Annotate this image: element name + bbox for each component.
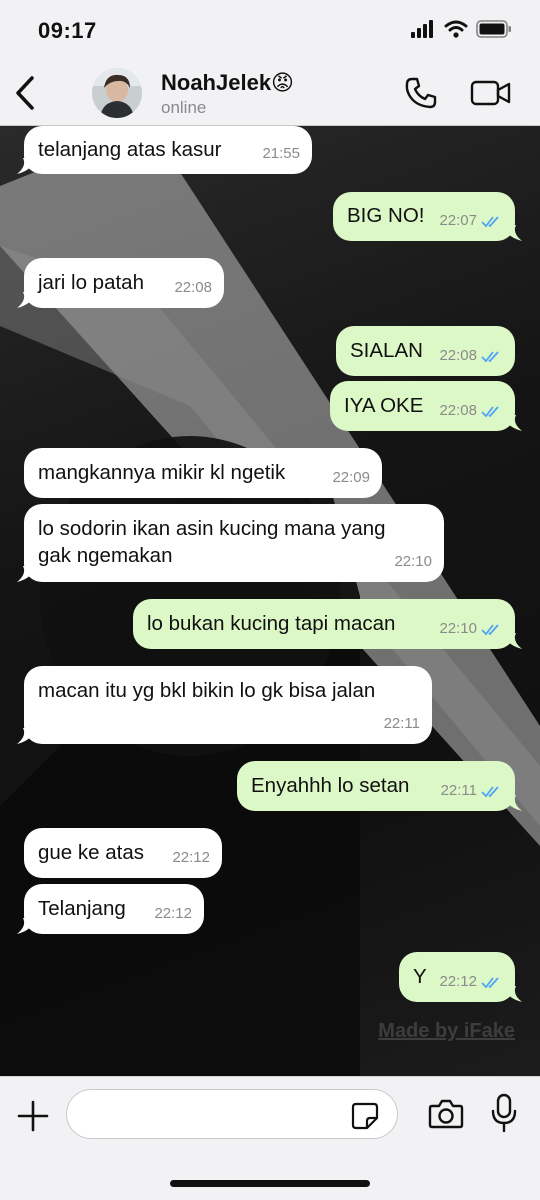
phone-icon[interactable] bbox=[404, 76, 438, 110]
battery-icon bbox=[476, 20, 511, 38]
message-timestamp: 22:12 bbox=[172, 844, 210, 872]
bubble-tail bbox=[504, 415, 522, 431]
message-timestamp: 22:12 bbox=[439, 968, 503, 996]
read-ticks-icon bbox=[481, 406, 499, 418]
timestamp-text: 21:55 bbox=[262, 145, 300, 162]
message-bubble-incoming[interactable]: lo sodorin ikan asin kucing mana yang ga… bbox=[17, 504, 444, 582]
timestamp-text: 22:08 bbox=[439, 402, 477, 419]
message-bubble-incoming[interactable]: macan itu yg bkl bikin lo gk bisa jalan … bbox=[17, 666, 432, 744]
message-timestamp: 22:12 bbox=[154, 900, 192, 928]
timestamp-text: 22:07 bbox=[439, 212, 477, 229]
message-bubble-incoming[interactable]: gue ke atas 22:12 bbox=[24, 828, 222, 878]
message-text: gue ke atas bbox=[38, 841, 144, 864]
read-ticks-icon bbox=[481, 786, 499, 798]
message-timestamp: 22:11 bbox=[384, 710, 420, 738]
message-timestamp: 21:55 bbox=[262, 140, 300, 168]
chat-header: 09:17 NoahJelek😡 online bbox=[0, 0, 540, 126]
timestamp-text: 22:10 bbox=[394, 553, 432, 570]
timestamp-text: 22:09 bbox=[332, 469, 370, 486]
read-ticks-icon bbox=[481, 624, 499, 636]
message-timestamp: 22:10 bbox=[439, 615, 503, 643]
message-text: IYA OKE bbox=[344, 394, 424, 417]
message-bubble-outgoing[interactable]: SIALAN 22:08 bbox=[336, 326, 515, 376]
bubble-tail bbox=[17, 292, 35, 308]
bubble-tail bbox=[17, 728, 35, 744]
contact-name[interactable]: NoahJelek😡 bbox=[161, 70, 294, 96]
watermark-text: Made by iFake bbox=[378, 1020, 515, 1042]
bubble-tail bbox=[504, 633, 522, 649]
message-bubble-outgoing[interactable]: lo bukan kucing tapi macan 22:10 bbox=[133, 599, 522, 649]
message-text: Y bbox=[413, 965, 427, 988]
contact-status: online bbox=[161, 98, 207, 117]
message-bubble-outgoing[interactable]: Enyahhh lo setan 22:11 bbox=[237, 761, 522, 811]
message-bubble-incoming[interactable]: telanjang atas kasur 21:55 bbox=[17, 126, 312, 174]
message-text-line: lo sodorin ikan asin kucing mana yang bbox=[38, 517, 386, 540]
message-bubble-incoming[interactable]: Telanjang 22:12 bbox=[17, 884, 204, 934]
message-bubble-incoming[interactable]: jari lo patah 22:08 bbox=[17, 258, 224, 308]
message-text: BIG NO! bbox=[347, 204, 425, 227]
read-ticks-icon bbox=[481, 216, 499, 228]
message-text: lo bukan kucing tapi macan bbox=[147, 612, 396, 635]
timestamp-text: 22:12 bbox=[154, 905, 192, 922]
message-text: macan itu yg bkl bikin lo gk bisa jalan bbox=[38, 679, 376, 702]
video-call-icon[interactable] bbox=[470, 78, 512, 108]
message-bubble-outgoing[interactable]: IYA OKE 22:08 bbox=[330, 381, 522, 431]
read-ticks-icon bbox=[481, 351, 499, 363]
bubble-tail bbox=[17, 566, 35, 582]
message-timestamp: 22:08 bbox=[439, 397, 503, 425]
message-timestamp: 22:08 bbox=[174, 274, 212, 302]
message-text: jari lo patah bbox=[38, 271, 144, 294]
bubble-tail bbox=[17, 918, 35, 934]
message-timestamp: 22:10 bbox=[394, 548, 432, 576]
timestamp-text: 22:08 bbox=[439, 347, 477, 364]
message-text: SIALAN bbox=[350, 339, 423, 362]
wifi-icon bbox=[444, 20, 468, 38]
back-chevron-icon[interactable] bbox=[12, 74, 38, 112]
bubble-tail bbox=[17, 158, 35, 174]
timestamp-text: 22:11 bbox=[440, 782, 477, 799]
timestamp-text: 22:12 bbox=[172, 849, 210, 866]
contact-avatar[interactable] bbox=[92, 68, 142, 118]
microphone-icon[interactable] bbox=[490, 1093, 518, 1133]
bubble-tail bbox=[504, 986, 522, 1002]
message-text: telanjang atas kasur bbox=[38, 138, 222, 161]
plus-icon[interactable] bbox=[16, 1099, 50, 1133]
timestamp-text: 22:12 bbox=[439, 973, 477, 990]
message-timestamp: 22:11 bbox=[441, 777, 503, 805]
timestamp-text: 22:11 bbox=[383, 715, 420, 732]
camera-icon[interactable] bbox=[428, 1097, 464, 1131]
timestamp-text: 22:08 bbox=[174, 279, 212, 296]
bubble-tail bbox=[504, 225, 522, 241]
message-timestamp: 22:07 bbox=[439, 207, 503, 235]
message-text: Enyahhh lo setan bbox=[251, 774, 410, 797]
message-timestamp: 22:09 bbox=[332, 464, 370, 492]
status-time: 09:17 bbox=[38, 18, 97, 43]
message-bubble-outgoing[interactable]: BIG NO! 22:07 bbox=[333, 192, 522, 241]
timestamp-text: 22:10 bbox=[439, 620, 477, 637]
message-timestamp: 22:08 bbox=[439, 342, 503, 370]
message-text: Telanjang bbox=[38, 897, 126, 920]
message-bubble-outgoing[interactable]: Y 22:12 bbox=[399, 952, 522, 1002]
read-ticks-icon bbox=[481, 977, 499, 989]
sticker-icon[interactable] bbox=[350, 1101, 380, 1131]
status-icons bbox=[410, 20, 512, 38]
message-text: mangkannya mikir kl ngetik bbox=[38, 461, 286, 484]
message-input[interactable] bbox=[66, 1089, 398, 1139]
message-bubble-incoming[interactable]: mangkannya mikir kl ngetik 22:09 bbox=[24, 448, 382, 498]
bubble-tail bbox=[504, 795, 522, 811]
message-text-line: gak ngemakan bbox=[38, 544, 173, 567]
signal-icon bbox=[411, 20, 433, 38]
home-indicator[interactable] bbox=[170, 1180, 370, 1187]
